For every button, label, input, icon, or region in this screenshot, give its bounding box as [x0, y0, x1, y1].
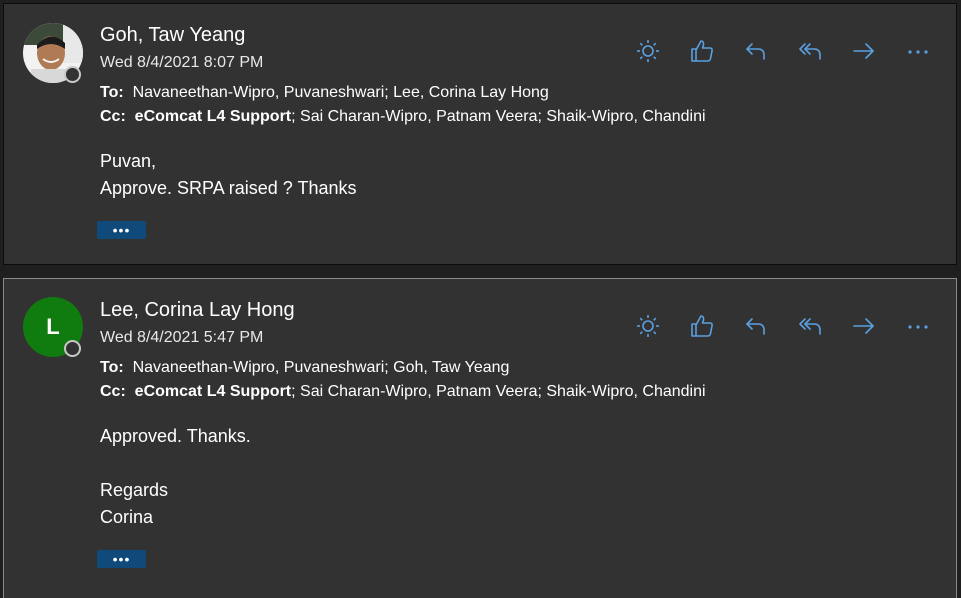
to-line: To: Navaneethan-Wipro, Puvaneshwari; Lee…: [100, 84, 549, 102]
body-line: Approve. SRPA raised ? Thanks: [100, 178, 357, 198]
show-quoted-text-button[interactable]: •••: [97, 550, 146, 568]
cc-line: Cc: eComcat L4 Support; Sai Charan-Wipro…: [100, 108, 706, 126]
cc-label: Cc:: [100, 383, 126, 400]
to-recipients[interactable]: Navaneethan-Wipro, Puvaneshwari; Goh, Ta…: [133, 359, 510, 376]
show-quoted-text-button[interactable]: •••: [97, 221, 146, 239]
message-card-lee[interactable]: L Lee, Corina Lay Hong Wed 8/4/2021 5:47…: [3, 278, 957, 598]
message-actions: [634, 312, 931, 340]
sun-icon[interactable]: [634, 37, 661, 65]
sent-date: Wed 8/4/2021 5:47 PM: [100, 329, 264, 346]
forward-icon[interactable]: [850, 312, 877, 340]
thumbs-up-icon[interactable]: [688, 312, 715, 340]
message-body: Approved. Thanks. Regards Corina: [100, 423, 251, 531]
thumbs-up-icon[interactable]: [688, 37, 715, 65]
message-body: Puvan, Approve. SRPA raised ? Thanks: [100, 148, 356, 202]
body-line: [100, 450, 251, 477]
reply-all-icon[interactable]: [796, 312, 823, 340]
sender-name[interactable]: Lee, Corina Lay Hong: [100, 299, 295, 322]
sent-date: Wed 8/4/2021 8:07 PM: [100, 54, 264, 71]
presence-status-icon: [64, 66, 81, 83]
cc-label: Cc:: [100, 108, 126, 125]
to-label: To:: [100, 84, 124, 101]
reply-icon[interactable]: [742, 37, 769, 65]
avatar-initial: L: [46, 314, 60, 339]
more-actions-icon[interactable]: [904, 37, 931, 65]
body-line: Regards: [100, 480, 169, 500]
reply-all-icon[interactable]: [796, 37, 823, 65]
message-card-goh[interactable]: Goh, Taw Yeang Wed 8/4/2021 8:07 PM To: …: [3, 3, 957, 265]
to-recipients[interactable]: Navaneethan-Wipro, Puvaneshwari; Lee, Co…: [133, 84, 549, 101]
body-line: Corina: [100, 507, 154, 527]
forward-icon[interactable]: [850, 37, 877, 65]
body-line: Puvan,: [100, 151, 157, 171]
reply-icon[interactable]: [742, 312, 769, 340]
cc-line: Cc: eComcat L4 Support; Sai Charan-Wipro…: [100, 383, 706, 401]
to-label: To:: [100, 359, 124, 376]
presence-status-icon: [64, 340, 81, 357]
cc-recipients[interactable]: ; Sai Charan-Wipro, Patnam Veera; Shaik-…: [291, 383, 705, 400]
message-actions: [634, 37, 931, 65]
cc-group[interactable]: eComcat L4 Support: [135, 108, 291, 125]
sun-icon[interactable]: [634, 312, 661, 340]
body-line: Approved. Thanks.: [100, 426, 251, 446]
cc-recipients[interactable]: ; Sai Charan-Wipro, Patnam Veera; Shaik-…: [291, 108, 705, 125]
cc-group[interactable]: eComcat L4 Support: [135, 383, 291, 400]
sender-name[interactable]: Goh, Taw Yeang: [100, 24, 245, 47]
to-line: To: Navaneethan-Wipro, Puvaneshwari; Goh…: [100, 359, 509, 377]
more-actions-icon[interactable]: [904, 312, 931, 340]
